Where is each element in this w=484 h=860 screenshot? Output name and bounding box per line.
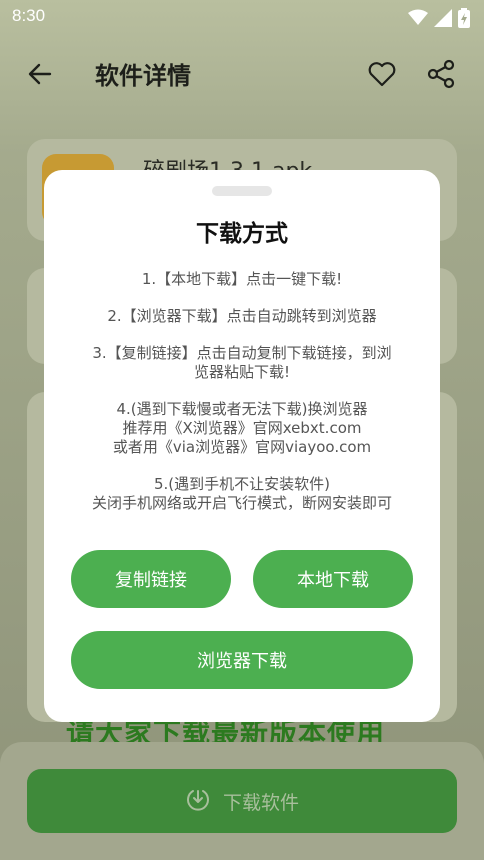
instruction-line: 5.(遇到手机不让安装软件) (153, 475, 331, 493)
instruction-line: 1.【本地下载】点击一键下载! (141, 270, 343, 288)
copy-link-button[interactable]: 复制链接 (71, 550, 231, 608)
heart-icon[interactable] (366, 58, 398, 90)
instruction-5: 5.(遇到手机不让安装软件) 关闭手机网络或开启飞行模式，断网安装即可 (74, 475, 410, 513)
instruction-4: 4.(遇到下载慢或者无法下载)换浏览器 推荐用《X浏览器》官网xebxt.com… (74, 400, 410, 457)
dialog-title: 下载方式 (196, 221, 288, 247)
instructions: 1.【本地下载】点击一键下载! 2.【浏览器下载】点击自动跳转到浏览器 3.【复… (74, 270, 410, 531)
download-software-label: 下载软件 (222, 791, 299, 814)
instruction-line: 3.【复制链接】点击自动复制下载链接，到浏 (92, 344, 392, 362)
back-arrow-icon[interactable] (24, 58, 56, 90)
download-icon (185, 786, 211, 817)
page-title: 软件详情 (95, 62, 191, 90)
instruction-line: 推荐用《X浏览器》官网xebxt.com (122, 419, 362, 437)
drag-handle[interactable] (212, 186, 272, 196)
instruction-1: 1.【本地下载】点击一键下载! (74, 270, 410, 289)
status-time: 8:30 (12, 6, 46, 25)
download-software-button[interactable]: 下载软件 (27, 769, 457, 833)
share-icon[interactable] (425, 58, 457, 90)
instruction-line: 4.(遇到下载慢或者无法下载)换浏览器 (116, 400, 368, 418)
local-download-button[interactable]: 本地下载 (253, 550, 413, 608)
instruction-3: 3.【复制链接】点击自动复制下载链接，到浏 览器粘贴下载! (74, 344, 410, 382)
wifi-icon (408, 9, 428, 31)
status-icons (408, 8, 470, 32)
instruction-2: 2.【浏览器下载】点击自动跳转到浏览器 (74, 307, 410, 326)
instruction-line: 览器粘贴下载! (193, 363, 290, 381)
instruction-line: 或者用《via浏览器》官网viayoo.com (112, 438, 372, 456)
app-bar: 软件详情 (0, 46, 484, 102)
browser-download-button[interactable]: 浏览器下载 (71, 631, 413, 689)
screen: 8:30 软件详情 请大家下载最新版本使用 下载软件 下载方式 1.【本地下载】… (0, 0, 484, 860)
instruction-line: 2.【浏览器下载】点击自动跳转到浏览器 (107, 307, 377, 325)
instruction-line: 关闭手机网络或开启飞行模式，断网安装即可 (91, 494, 392, 512)
signal-icon (434, 9, 452, 31)
battery-icon (458, 8, 470, 32)
download-method-dialog: 下载方式 1.【本地下载】点击一键下载! 2.【浏览器下载】点击自动跳转到浏览器… (44, 170, 440, 722)
status-bar: 8:30 (0, 0, 484, 34)
